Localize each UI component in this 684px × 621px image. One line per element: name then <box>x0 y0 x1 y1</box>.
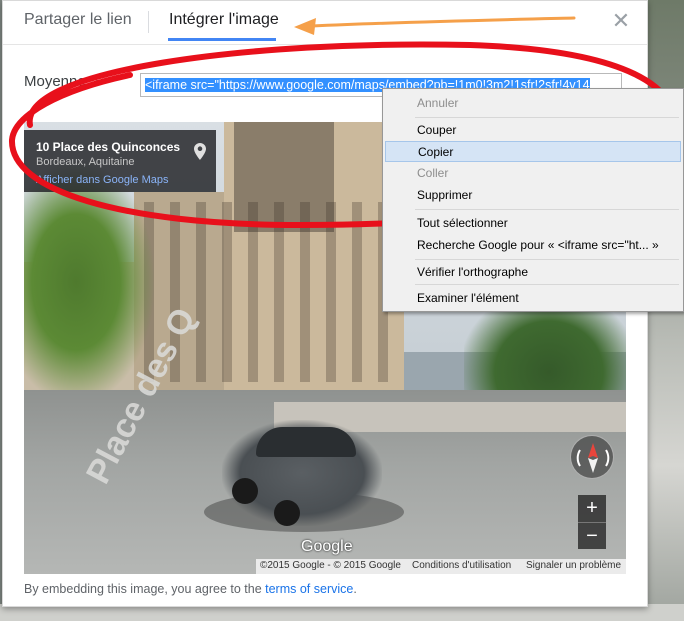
map-copyright: ©2015 Google - © 2015 Google <box>260 560 401 571</box>
menu-item-inspect[interactable]: Examiner l'élément <box>385 288 681 309</box>
place-info-card: 10 Place des Quinconces Bordeaux, Aquita… <box>24 130 216 192</box>
screenshot-root: Partager le lien Intégrer l'image ✕ Moye… <box>0 0 684 621</box>
compass-icon[interactable] <box>570 435 614 479</box>
place-subtitle: Bordeaux, Aquitaine <box>36 156 135 168</box>
close-icon[interactable]: ✕ <box>610 10 632 32</box>
menu-item-paste[interactable]: Coller <box>385 163 681 184</box>
car-window <box>256 427 356 457</box>
menu-separator <box>415 259 679 260</box>
terms-of-service-link[interactable]: terms of service <box>265 582 353 596</box>
place-title: 10 Place des Quinconces <box>36 140 181 154</box>
tab-embed-image[interactable]: Intégrer l'image <box>169 11 279 29</box>
menu-item-copy[interactable]: Copier <box>385 141 681 162</box>
size-dropdown-label: Moyenne <box>24 73 86 90</box>
menu-item-cut[interactable]: Couper <box>385 120 681 141</box>
terms-prefix: By embedding this image, you agree to th… <box>24 582 266 596</box>
tab-share-link[interactable]: Partager le lien <box>24 11 132 29</box>
menu-item-delete[interactable]: Supprimer <box>385 185 681 206</box>
menu-separator <box>415 284 679 285</box>
terms-suffix: . <box>353 582 357 596</box>
terms-notice: By embedding this image, you agree to th… <box>24 582 357 596</box>
menu-item-select-all[interactable]: Tout sélectionner <box>385 213 681 234</box>
context-menu: Annuler Couper Copier Coller Supprimer T… <box>382 88 684 312</box>
zoom-control: + − <box>578 495 606 549</box>
active-tab-indicator <box>168 38 276 41</box>
menu-item-google-search[interactable]: Recherche Google pour « <iframe src="ht.… <box>385 235 681 256</box>
car-wheel-rear <box>232 478 258 504</box>
caret-down-icon <box>95 79 104 85</box>
annotation-arrow-icon <box>294 16 576 35</box>
map-footer: ©2015 Google - © 2015 Google Conditions … <box>256 559 626 574</box>
map-pin-icon <box>194 143 206 160</box>
size-dropdown[interactable]: Moyenne <box>24 73 104 90</box>
map-terms-link[interactable]: Conditions d'utilisation <box>412 560 511 571</box>
zoom-in-button[interactable]: + <box>578 495 606 522</box>
menu-separator <box>415 117 679 118</box>
google-logo: Google <box>301 538 353 555</box>
open-in-maps-link[interactable]: Afficher dans Google Maps <box>36 174 168 186</box>
car-wheel-front <box>274 500 300 526</box>
menu-item-spellcheck[interactable]: Vérifier l'orthographe <box>385 262 681 283</box>
tab-separator <box>148 11 149 33</box>
menu-separator <box>415 209 679 210</box>
zoom-out-button[interactable]: − <box>578 523 606 550</box>
menu-item-undo[interactable]: Annuler <box>385 93 681 114</box>
map-report-link[interactable]: Signaler un problème <box>526 560 621 571</box>
